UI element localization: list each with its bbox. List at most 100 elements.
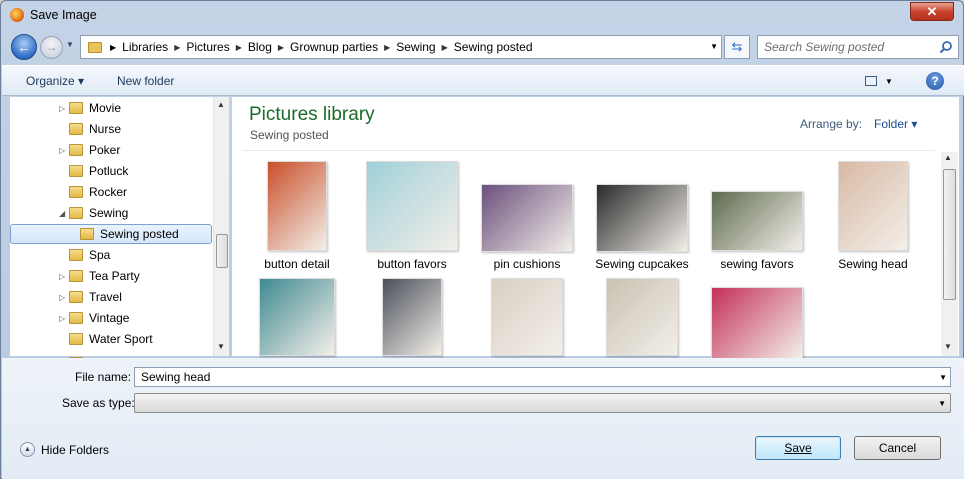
tree-item[interactable]: Spa — [10, 245, 212, 265]
change-view-button[interactable]: ▼ — [865, 74, 901, 88]
expand-icon[interactable]: ▷ — [59, 146, 65, 155]
chevron-right-icon[interactable]: ▶ — [442, 43, 448, 52]
firefox-icon — [10, 8, 24, 22]
address-dropdown-icon[interactable]: ▼ — [710, 42, 718, 51]
save-as-type-select[interactable]: ▼ — [134, 393, 951, 413]
folder-icon — [69, 207, 83, 219]
tree-item-label: Water Sport — [89, 332, 153, 346]
file-item[interactable] — [242, 97, 352, 356]
search-input[interactable]: Search Sewing posted — [757, 35, 959, 59]
refresh-button[interactable]: ⇆ — [724, 35, 750, 59]
folder-icon — [69, 144, 83, 156]
image-thumbnail — [259, 278, 335, 356]
navigation-scrollbar[interactable]: ▲ ▼ — [213, 97, 229, 356]
breadcrumb-label: Grownup parties — [290, 40, 379, 54]
scroll-up-icon[interactable]: ▲ — [944, 153, 952, 162]
file-item[interactable]: Sewing head — [818, 97, 928, 356]
help-button[interactable]: ? — [926, 72, 944, 90]
scroll-thumb[interactable] — [943, 169, 956, 300]
back-button[interactable]: ← — [11, 34, 37, 60]
tree-item-label: Rocker — [89, 185, 128, 199]
file-list-pane: Pictures library Sewing posted Arrange b… — [232, 97, 959, 359]
search-placeholder: Search Sewing posted — [764, 40, 885, 54]
breadcrumb-label: Libraries — [122, 40, 169, 54]
chevron-right-icon[interactable]: ▶ — [174, 43, 180, 52]
tree-item[interactable]: Sewing posted — [10, 224, 212, 244]
tree-item[interactable]: ◢ Sewing — [10, 203, 212, 223]
content-scrollbar[interactable]: ▲ ▼ — [941, 152, 958, 356]
navigation-bar: ← → ▼ ▶ Libraries ▶ Pictures ▶ Blog ▶ Grownup … — [7, 34, 959, 60]
breadcrumb-label: Sewing posted — [453, 40, 533, 54]
refresh-icon: ⇆ — [731, 39, 743, 54]
breadcrumb-item[interactable]: Pictures ▶ — [186, 40, 248, 54]
view-icon — [865, 76, 877, 86]
folder-icon — [69, 333, 83, 345]
image-thumbnail — [491, 278, 563, 356]
tree-item[interactable]: ▷ Vintage — [10, 308, 212, 328]
chevron-right-icon[interactable]: ▶ — [384, 43, 390, 52]
cancel-button[interactable]: Cancel — [854, 436, 941, 460]
image-thumbnail — [838, 161, 908, 251]
file-name-caption: Sewing head — [838, 257, 908, 271]
file-item[interactable] — [587, 97, 697, 356]
tree-item[interactable]: ▷ Travel — [10, 287, 212, 307]
expand-icon[interactable]: ▷ — [59, 293, 65, 302]
tree-item[interactable]: ▷ Movie — [10, 98, 212, 118]
recent-pages-dropdown[interactable]: ▼ — [66, 40, 74, 49]
chevron-down-icon[interactable]: ▼ — [939, 373, 947, 382]
breadcrumb-item[interactable]: Grownup parties ▶ — [290, 40, 396, 54]
chevron-right-icon[interactable]: ▶ — [278, 43, 284, 52]
tree-item[interactable]: Water Sport — [10, 329, 212, 349]
folder-icon — [69, 123, 83, 135]
file-name-field[interactable]: Sewing head ▼ — [134, 367, 951, 387]
tree-item-label: Potluck — [89, 164, 129, 178]
forward-button[interactable]: → — [40, 36, 63, 59]
save-button[interactable]: Save — [755, 436, 841, 460]
tree-item-label: Nurse — [89, 122, 122, 136]
tree-item[interactable]: Rocker — [10, 182, 212, 202]
scroll-down-icon[interactable]: ▼ — [217, 342, 225, 351]
new-folder-button[interactable]: New folder — [117, 74, 174, 88]
tree-item-label: Sewing — [89, 206, 129, 220]
folder-icon — [88, 41, 102, 53]
folder-icon — [69, 249, 83, 261]
save-as-type-label: Save as type: — [62, 396, 135, 410]
search-icon[interactable] — [939, 40, 953, 54]
navigation-pane: ▷ Movie Nurse ▷ Poker Potluck Rocker ◢ Sewing Sew… — [10, 97, 229, 363]
tree-item-label: Tea Party — [89, 269, 140, 283]
file-item[interactable] — [357, 97, 467, 356]
breadcrumb-item[interactable]: Sewing ▶ — [396, 40, 454, 54]
organize-button[interactable]: Organize ▾ — [26, 74, 84, 88]
folder-icon — [69, 291, 83, 303]
tree-item[interactable]: ▷ Tea Party — [10, 266, 212, 286]
hide-folders-button[interactable]: ▲ Hide Folders — [20, 442, 109, 457]
command-bar: Organize ▾ New folder ▼ ? — [2, 65, 964, 96]
expand-icon[interactable]: ▷ — [59, 314, 65, 323]
expand-icon[interactable]: ▷ — [59, 272, 65, 281]
breadcrumb-label: Blog — [247, 40, 272, 54]
save-image-dialog: Save Image ✕ ← → ▼ ▶ Libraries ▶ Pictures ▶… — [0, 0, 964, 479]
breadcrumb-item[interactable]: Libraries ▶ — [122, 40, 186, 54]
save-label: Save — [784, 441, 812, 455]
chevron-right-icon[interactable]: ▶ — [236, 43, 242, 52]
file-item[interactable] — [702, 97, 812, 359]
breadcrumb-item[interactable]: Sewing posted — [454, 40, 533, 54]
breadcrumb-item[interactable]: Blog ▶ — [248, 40, 290, 54]
tree-item[interactable]: Nurse — [10, 119, 212, 139]
tree-item[interactable]: Potluck — [10, 161, 212, 181]
expand-icon[interactable]: ▷ — [59, 104, 65, 113]
tree-item[interactable]: ▷ Poker — [10, 140, 212, 160]
breadcrumb: Libraries ▶ Pictures ▶ Blog ▶ Grownup parties ▶… — [122, 40, 532, 54]
scroll-up-icon[interactable]: ▲ — [217, 100, 225, 109]
file-name-label: File name: — [75, 370, 132, 384]
tree-item-label: Spa — [89, 248, 111, 262]
tree-item-label: Sewing posted — [100, 227, 179, 241]
expand-icon[interactable]: ◢ — [59, 209, 65, 218]
folder-icon — [69, 102, 83, 114]
scroll-thumb[interactable] — [216, 234, 228, 268]
close-button[interactable]: ✕ — [910, 2, 954, 21]
file-item[interactable] — [472, 97, 582, 356]
address-bar[interactable]: ▶ Libraries ▶ Pictures ▶ Blog ▶ Grownup partie… — [80, 35, 722, 59]
file-name-value: Sewing head — [141, 370, 211, 384]
scroll-down-icon[interactable]: ▼ — [944, 342, 952, 351]
